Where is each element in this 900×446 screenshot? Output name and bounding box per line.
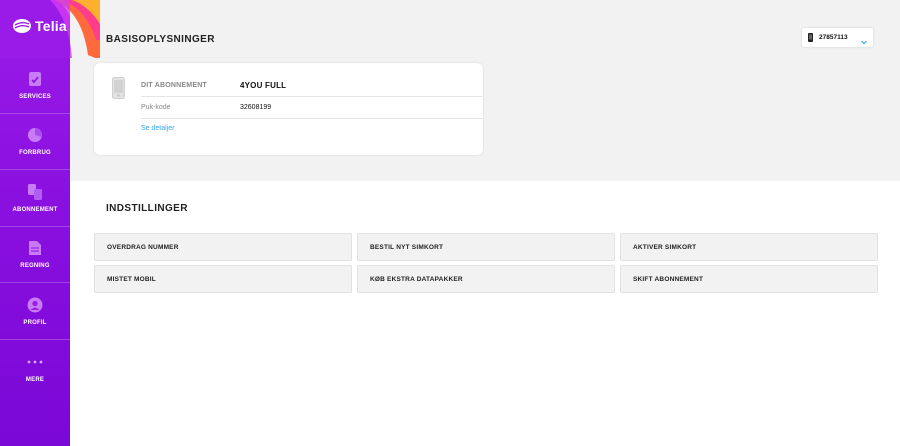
subscription-card: DIT ABONNEMENT 4YOU FULL Puk-kode 326081… — [94, 63, 483, 155]
services-icon — [26, 70, 44, 88]
order-new-simcard-button[interactable]: BESTIL NYT SIMKORT — [357, 233, 615, 261]
sidebar-item-services[interactable]: SERVICES — [0, 57, 70, 114]
buy-extra-data-button[interactable]: KØB EKSTRA DATAPAKKER — [357, 265, 615, 293]
brand-name: Telia — [35, 18, 67, 34]
puk-row: Puk-kode 32608199 — [141, 97, 483, 119]
telia-pebble-icon — [13, 19, 31, 33]
sidebar-item-profil[interactable]: PROFIL — [0, 283, 70, 340]
mobile-phone-icon — [112, 77, 125, 104]
sidebar-item-label: FORBRUG — [19, 150, 51, 157]
sidebar-item-mere[interactable]: MERE — [0, 340, 70, 397]
selected-phone-number: 27857113 — [819, 34, 848, 41]
sidebar-nav: SERVICES FORBRUG ABONNEMENT REGNING PROF… — [0, 57, 70, 396]
subscription-icon — [26, 183, 44, 201]
phone-number-select[interactable]: 27857113 — [802, 28, 873, 47]
see-details-link[interactable]: Se detaljer — [141, 125, 174, 132]
subscription-label: DIT ABONNEMENT — [141, 82, 207, 89]
sidebar-item-label: PROFIL — [23, 319, 47, 326]
bill-icon — [26, 239, 44, 257]
sidebar-item-abonnement[interactable]: ABONNEMENT — [0, 170, 70, 227]
telia-logo[interactable]: Telia — [12, 18, 67, 34]
basis-title: BASISOPLYSNINGER — [106, 34, 215, 45]
change-subscription-button[interactable]: SKIFT ABONNEMENT — [620, 265, 878, 293]
subscription-row: DIT ABONNEMENT 4YOU FULL — [141, 75, 483, 97]
usage-chart-icon — [26, 126, 44, 144]
chevron-down-icon — [860, 33, 868, 51]
subscription-value: 4YOU FULL — [240, 81, 287, 90]
lost-mobile-button[interactable]: MISTET MOBIL — [94, 265, 352, 293]
sidebar-item-label: REGNING — [20, 263, 50, 270]
more-dots-icon — [26, 353, 44, 371]
logo-area: Telia — [0, 0, 100, 58]
phone-icon — [808, 29, 813, 47]
sidebar-item-label: SERVICES — [19, 94, 51, 101]
puk-label: Puk-kode — [141, 104, 171, 111]
sidebar-item-forbrug[interactable]: FORBRUG — [0, 114, 70, 170]
sidebar-item-regning[interactable]: REGNING — [0, 227, 70, 283]
sidebar-item-label: ABONNEMENT — [12, 206, 58, 213]
transfer-number-button[interactable]: OVERDRAG NUMMER — [94, 233, 352, 261]
sidebar-item-label: MERE — [25, 376, 45, 383]
profile-icon — [26, 296, 44, 314]
sidebar: SERVICES FORBRUG ABONNEMENT REGNING PROF… — [0, 0, 70, 446]
puk-value: 32608199 — [240, 104, 272, 111]
activate-simcard-button[interactable]: AKTIVER SIMKORT — [620, 233, 878, 261]
settings-title: INDSTILLINGER — [106, 203, 188, 214]
